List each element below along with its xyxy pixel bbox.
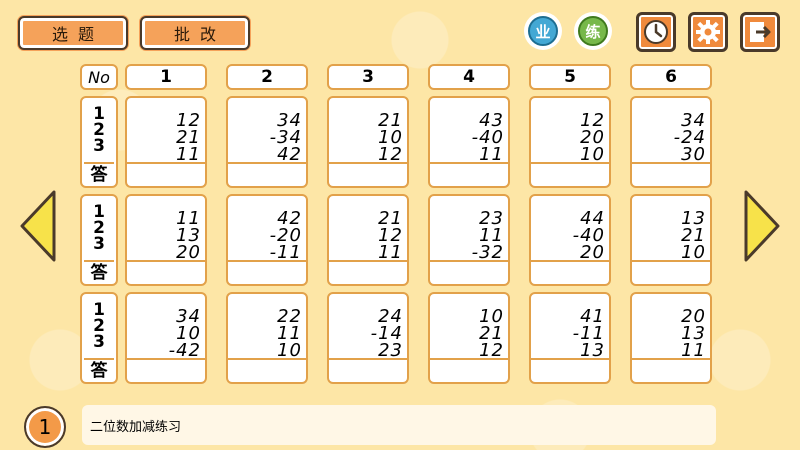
exercise-title-bar: 二位数加减练习 xyxy=(82,405,716,445)
problem-cell[interactable]: 42 -20 -11 xyxy=(226,194,308,286)
settings-button[interactable] xyxy=(688,12,728,52)
timer-button[interactable] xyxy=(636,12,676,52)
gear-icon xyxy=(696,20,720,44)
problem-cell[interactable]: 24 -14 23 xyxy=(327,292,409,384)
problem-cell[interactable]: 12 20 10 xyxy=(529,96,611,188)
answer-label: 答 xyxy=(84,358,114,381)
answer-field[interactable] xyxy=(127,260,205,262)
exit-icon xyxy=(750,22,771,42)
clock-icon xyxy=(644,20,668,44)
column-header-6: 6 xyxy=(630,64,712,90)
previous-page-button[interactable] xyxy=(18,188,58,264)
problem-cell[interactable]: 20 13 11 xyxy=(630,292,712,384)
practice-badge: 练 xyxy=(578,16,608,46)
homework-mode-button[interactable]: 业 xyxy=(524,12,562,50)
answer-field[interactable] xyxy=(228,358,306,360)
column-header-4: 4 xyxy=(428,64,510,90)
problem-cell[interactable]: 21 10 12 xyxy=(327,96,409,188)
answer-field[interactable] xyxy=(632,358,710,360)
answer-label: 答 xyxy=(84,162,114,185)
problem-cell[interactable]: 10 21 12 xyxy=(428,292,510,384)
problem-cell[interactable]: 12 21 11 xyxy=(125,96,207,188)
page-number-badge: 1 xyxy=(24,406,66,448)
row-label-3: 123 答 xyxy=(80,292,118,384)
grade-label: 批改 xyxy=(173,25,226,44)
answer-field[interactable] xyxy=(127,162,205,164)
answer-field[interactable] xyxy=(430,358,508,360)
problem-cell[interactable]: 34 10 -42 xyxy=(125,292,207,384)
problem-cell[interactable]: 34 -24 30 xyxy=(630,96,712,188)
problem-cell[interactable]: 43 -40 11 xyxy=(428,96,510,188)
next-page-button[interactable] xyxy=(742,188,782,264)
problem-cell[interactable]: 34 -34 42 xyxy=(226,96,308,188)
problem-cell[interactable]: 22 11 10 xyxy=(226,292,308,384)
answer-field[interactable] xyxy=(228,162,306,164)
number-header: No xyxy=(80,64,118,90)
answer-field[interactable] xyxy=(430,260,508,262)
select-questions-label: 选题 xyxy=(51,25,104,44)
answer-field[interactable] xyxy=(329,260,407,262)
problem-cell[interactable]: 21 12 11 xyxy=(327,194,409,286)
column-header-5: 5 xyxy=(529,64,611,90)
answer-field[interactable] xyxy=(531,358,609,360)
answer-label: 答 xyxy=(84,260,114,283)
problem-cell[interactable]: 23 11 -32 xyxy=(428,194,510,286)
practice-mode-button[interactable]: 练 xyxy=(574,12,612,50)
answer-field[interactable] xyxy=(329,162,407,164)
answer-field[interactable] xyxy=(228,260,306,262)
answer-field[interactable] xyxy=(531,260,609,262)
answer-field[interactable] xyxy=(632,260,710,262)
grade-button[interactable]: 批改 xyxy=(140,16,250,50)
column-header-1: 1 xyxy=(125,64,207,90)
problem-cell[interactable]: 44 -40 20 xyxy=(529,194,611,286)
column-header-3: 3 xyxy=(327,64,409,90)
arrow-left-icon xyxy=(20,190,56,262)
answer-field[interactable] xyxy=(531,162,609,164)
row-label-1: 123 答 xyxy=(80,96,118,188)
exit-button[interactable] xyxy=(740,12,780,52)
problem-cell[interactable]: 11 13 20 xyxy=(125,194,207,286)
answer-field[interactable] xyxy=(127,358,205,360)
select-questions-button[interactable]: 选题 xyxy=(18,16,128,50)
problem-cell[interactable]: 41 -11 13 xyxy=(529,292,611,384)
problem-cell[interactable]: 13 21 10 xyxy=(630,194,712,286)
arrow-right-icon xyxy=(744,190,780,262)
homework-badge: 业 xyxy=(528,16,558,46)
exercise-title: 二位数加减练习 xyxy=(90,419,182,435)
answer-field[interactable] xyxy=(632,162,710,164)
row-label-2: 123 答 xyxy=(80,194,118,286)
answer-field[interactable] xyxy=(329,358,407,360)
column-header-2: 2 xyxy=(226,64,308,90)
answer-field[interactable] xyxy=(430,162,508,164)
